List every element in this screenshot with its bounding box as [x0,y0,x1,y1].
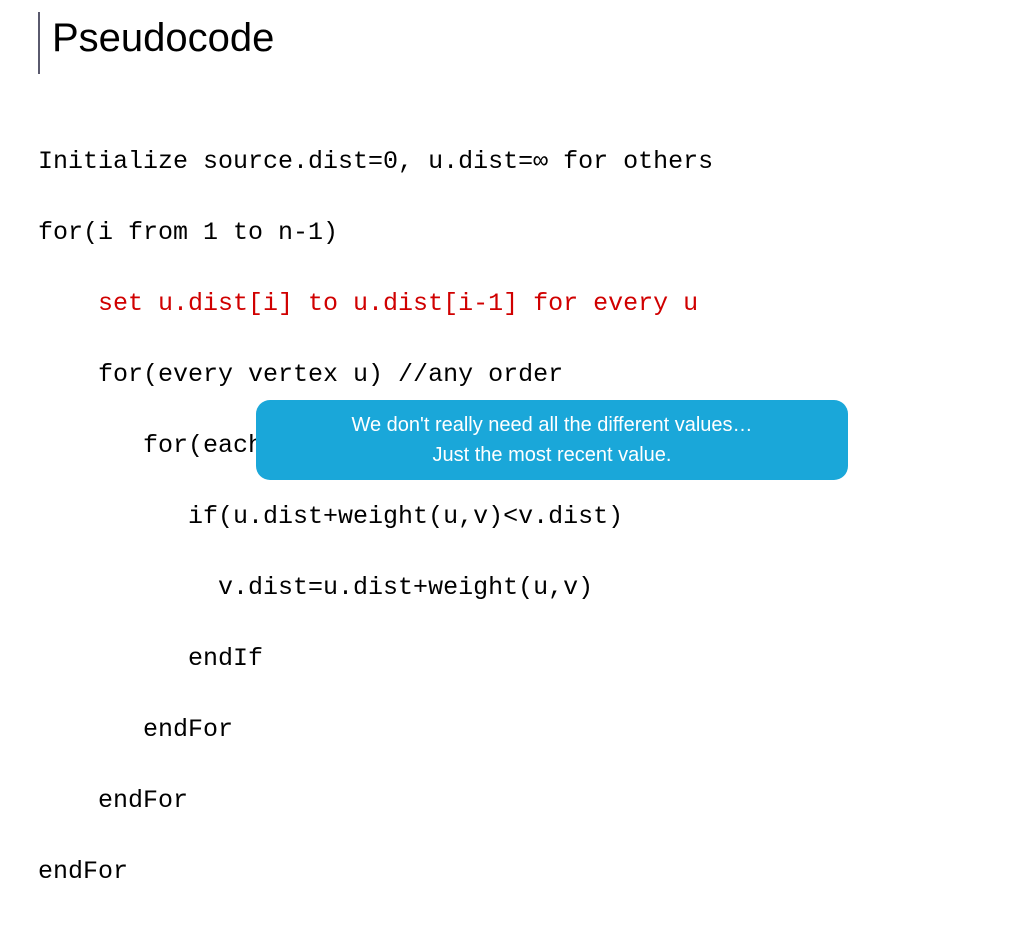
code-line-3: set u.dist[i] to u.dist[i-1] for every u [38,286,713,322]
code-line-6: if(u.dist+weight(u,v)<v.dist) [38,499,713,535]
code-line-2: for(i from 1 to n-1) [38,215,713,251]
code-line-10: endFor [38,783,713,819]
code-line-4: for(every vertex u) //any order [38,357,713,393]
title-accent-bar [38,12,40,74]
callout-box: We don't really need all the different v… [256,400,848,480]
callout-line-1: We don't really need all the different v… [351,410,752,440]
code-line-9: endFor [38,712,713,748]
code-line-7: v.dist=u.dist+weight(u,v) [38,570,713,606]
pseudocode-block: Initialize source.dist=0, u.dist=∞ for o… [38,108,713,925]
code-line-11: endFor [38,854,713,890]
code-line-1: Initialize source.dist=0, u.dist=∞ for o… [38,144,713,180]
code-line-8: endIf [38,641,713,677]
callout-line-2: Just the most recent value. [432,440,671,470]
slide-title: Pseudocode [52,16,274,61]
